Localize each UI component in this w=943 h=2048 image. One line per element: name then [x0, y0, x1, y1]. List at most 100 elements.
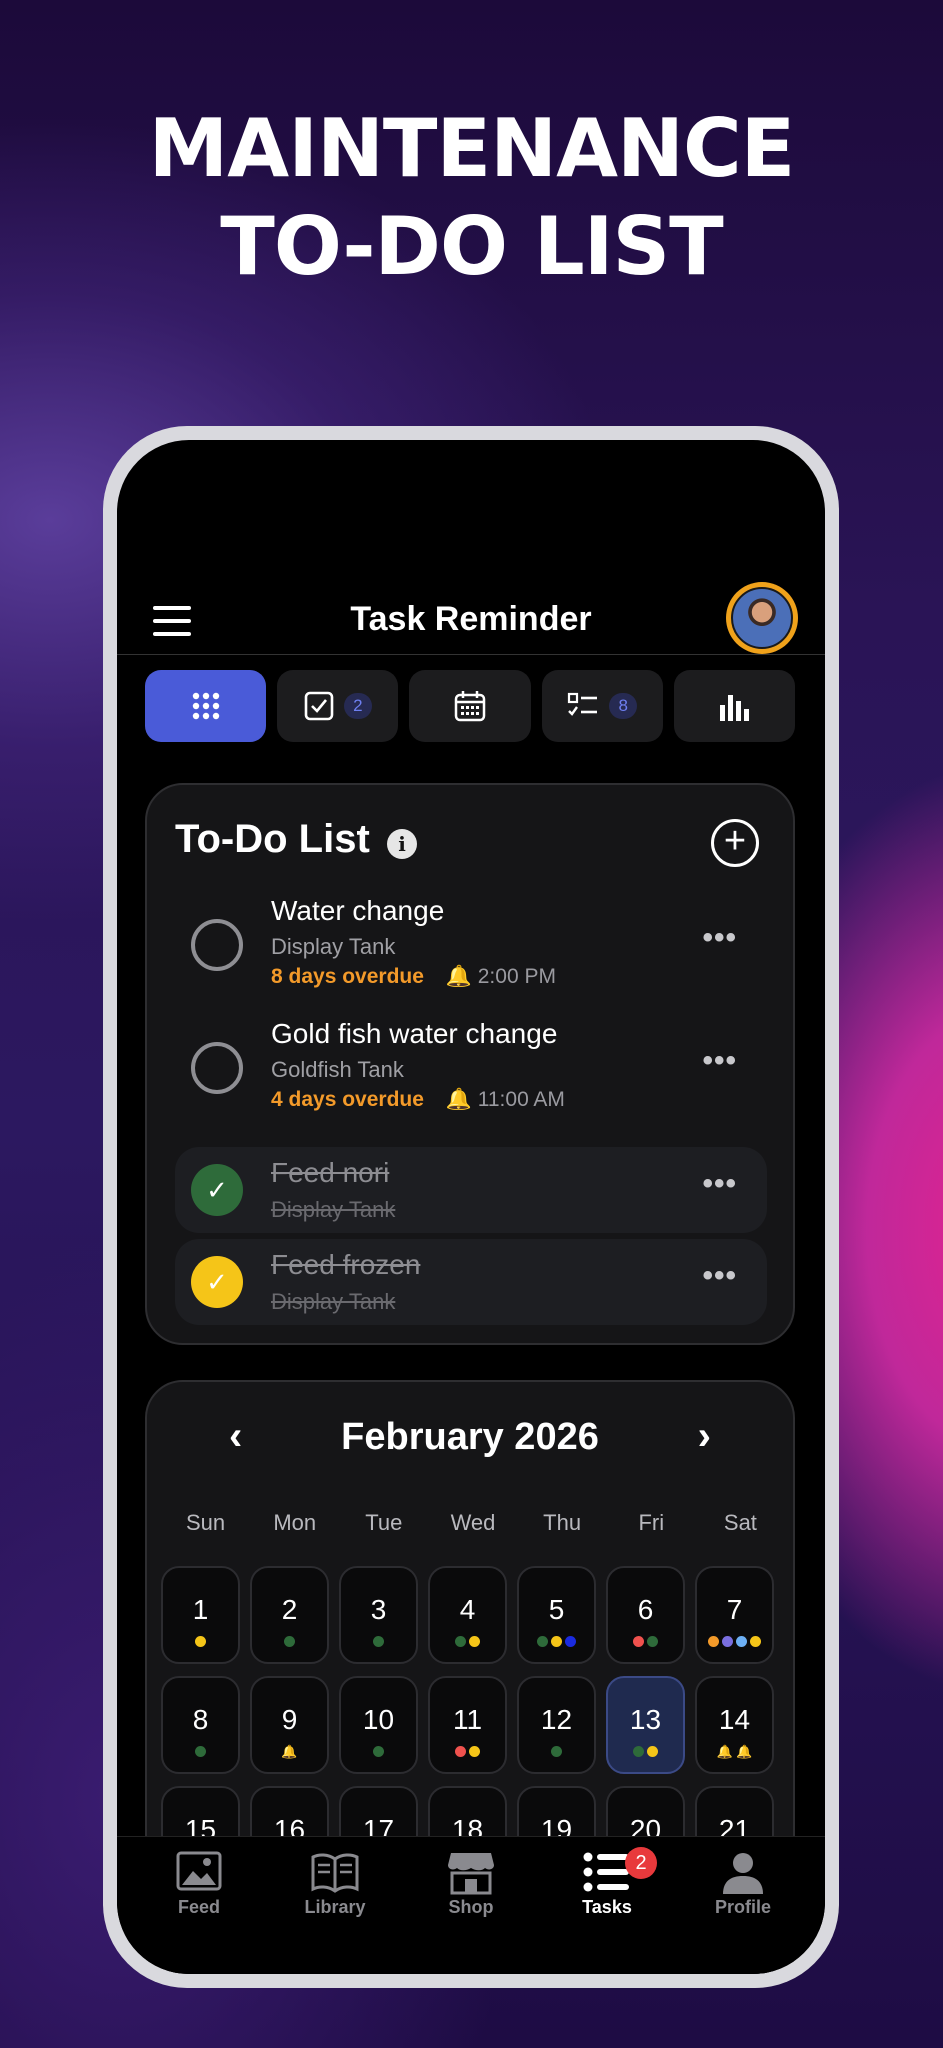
weekday-label: Fri [638, 1510, 665, 1535]
task-indicators [430, 1636, 505, 1647]
next-month-icon[interactable]: › [698, 1414, 711, 1459]
task-name: Water change [271, 895, 445, 926]
tab-overview[interactable] [145, 670, 267, 742]
task-meta: 8 days overdue 🔔 2:00 PM [271, 965, 556, 989]
tab-tasks-badge: 2 [343, 693, 372, 719]
completed-check-icon[interactable]: ✓ [191, 1256, 243, 1308]
calendar-day[interactable]: 14 🔔 🔔 [695, 1676, 774, 1774]
calendar-day[interactable]: 2 [250, 1566, 329, 1664]
calendar-day[interactable]: 8 [161, 1676, 240, 1774]
task-dot [551, 1746, 562, 1757]
task-dot [565, 1636, 576, 1647]
book-icon [311, 1853, 359, 1893]
task-dot [551, 1636, 562, 1647]
tab-checklist-badge: 8 [609, 693, 638, 719]
calendar-day[interactable]: 9 🔔 [250, 1676, 329, 1774]
nav-label: Feed [177, 1897, 220, 1917]
day-number: 11 [452, 1704, 483, 1735]
more-options-icon[interactable]: ••• [702, 1044, 737, 1078]
overdue-label: 8 days overdue [271, 965, 424, 988]
more-options-icon[interactable]: ••• [702, 1167, 737, 1201]
weekday-label: Tue [365, 1510, 403, 1535]
calendar-day[interactable]: 5 [517, 1566, 596, 1664]
day-number: 14 [718, 1704, 751, 1735]
tab-calendar[interactable] [409, 670, 531, 742]
nav-label: Shop [448, 1897, 494, 1917]
nav-label: Library [304, 1897, 366, 1917]
task-list-icon [583, 1852, 629, 1892]
nav-item-library[interactable]: Library [267, 1837, 403, 1974]
task-indicators [430, 1746, 505, 1757]
page-title: Task Reminder [350, 600, 592, 638]
more-options-icon[interactable]: ••• [702, 921, 737, 955]
calendar-day[interactable]: 12 [517, 1676, 596, 1774]
nav-item-feed[interactable]: Feed [131, 1837, 267, 1974]
weekday-label: Sat [723, 1510, 757, 1535]
nav-item-tasks[interactable]: 2 Tasks [539, 1837, 675, 1974]
checkbox-icon [304, 691, 334, 721]
task-complete-toggle[interactable] [191, 919, 243, 971]
task-indicators [608, 1746, 683, 1757]
nav-label: Tasks [582, 1897, 632, 1917]
task-dot [195, 1746, 206, 1757]
add-task-button[interactable]: + [711, 819, 759, 867]
task-indicators [697, 1636, 772, 1647]
task-dot [633, 1746, 644, 1757]
calendar-week: 1 2 3 4 5 6 7 [161, 1566, 785, 1664]
tab-stats[interactable] [673, 670, 796, 742]
grid-icon [192, 692, 219, 720]
calendar-month: February 2026 [341, 1416, 599, 1458]
storefront-icon [448, 1853, 494, 1895]
weekday-label: Sun [185, 1510, 226, 1535]
weekday-row: Sun Mon Tue Wed Thu Fri Sat [161, 1510, 785, 1536]
task-dot [373, 1636, 384, 1647]
tab-checklist[interactable]: 8 [541, 670, 663, 742]
tab-tasks[interactable]: 2 [277, 670, 399, 742]
headline-line-2: TO-DO LIST [220, 200, 723, 293]
task-item[interactable]: ✓ Feed nori Display Tank ••• [175, 1147, 767, 1233]
task-indicators [341, 1636, 416, 1647]
task-dot [469, 1636, 480, 1647]
bell-icon: 🔔 [445, 1088, 472, 1111]
task-dot [455, 1746, 466, 1757]
calendar-day[interactable]: 13 [606, 1676, 685, 1774]
task-item[interactable]: Gold fish water change Goldfish Tank 4 d… [175, 1018, 767, 1128]
day-number: 4 [459, 1594, 476, 1625]
reminder-bell-icon: 🔔 [281, 1744, 298, 1759]
avatar[interactable] [726, 582, 798, 654]
completed-check-icon[interactable]: ✓ [191, 1164, 243, 1216]
task-indicators [163, 1636, 238, 1647]
bar-chart-icon [720, 695, 750, 721]
task-tank: Display Tank [271, 1289, 396, 1314]
task-complete-toggle[interactable] [191, 1042, 243, 1094]
task-tank: Goldfish Tank [271, 1057, 404, 1082]
calendar-day[interactable]: 10 [339, 1676, 418, 1774]
info-icon[interactable]: i [387, 829, 417, 859]
task-name: Feed frozen [271, 1249, 421, 1280]
calendar-header: ‹ February 2026 › [147, 1410, 793, 1470]
day-number: 10 [362, 1704, 395, 1735]
overdue-label: 4 days overdue [271, 1088, 424, 1111]
task-dot [708, 1636, 719, 1647]
day-number: 9 [281, 1704, 298, 1735]
calendar-day[interactable]: 11 [428, 1676, 507, 1774]
task-dot [736, 1636, 747, 1647]
calendar-day[interactable]: 6 [606, 1566, 685, 1664]
calendar-day[interactable]: 7 [695, 1566, 774, 1664]
calendar-day[interactable]: 1 [161, 1566, 240, 1664]
nav-item-profile[interactable]: Profile [675, 1837, 811, 1974]
nav-item-shop[interactable]: Shop [403, 1837, 539, 1974]
calendar-day[interactable]: 3 [339, 1566, 418, 1664]
task-indicators [519, 1746, 594, 1757]
task-item[interactable]: ✓ Feed frozen Display Tank ••• [175, 1239, 767, 1325]
task-dot [195, 1636, 206, 1647]
bottom-nav: Feed Library Shop 2 Tasks Profile [117, 1836, 825, 1974]
more-options-icon[interactable]: ••• [702, 1259, 737, 1293]
reminder-time: 2:00 PM [477, 965, 556, 988]
task-dot [722, 1636, 733, 1647]
task-dot [469, 1746, 480, 1757]
calendar-day[interactable]: 4 [428, 1566, 507, 1664]
day-number: 5 [548, 1594, 565, 1625]
task-item[interactable]: Water change Display Tank 8 days overdue… [175, 895, 767, 1005]
task-indicators: 🔔 🔔 [697, 1745, 772, 1758]
